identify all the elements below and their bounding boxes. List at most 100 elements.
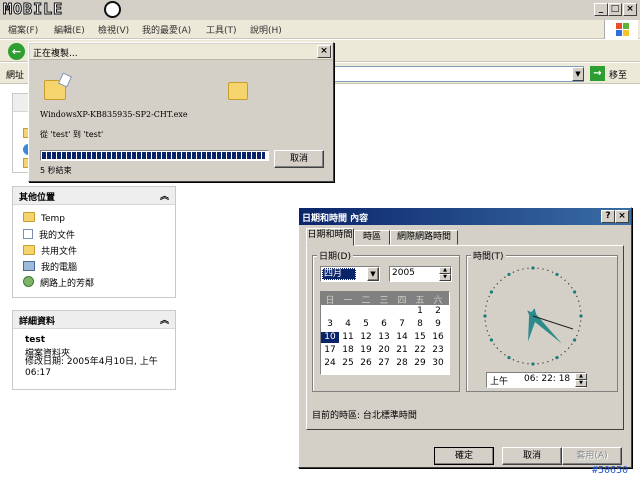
- calendar-weekday: 五: [415, 296, 425, 306]
- copy-filename: WindowsXP-KB835935-SP2-CHT.exe: [40, 110, 188, 119]
- clock-minute-mark: [564, 279, 566, 282]
- other-places-header[interactable]: 其他位置 ︽: [13, 187, 175, 205]
- calendar-day[interactable]: 29: [411, 358, 429, 369]
- details-header[interactable]: 詳細資料 ︽: [13, 311, 175, 329]
- tab-time-zone[interactable]: 時區: [354, 230, 390, 245]
- calendar-day[interactable]: 13: [375, 332, 393, 343]
- clock-minute-mark: [579, 305, 581, 307]
- calendar-weekday: 二: [361, 296, 371, 306]
- minimize-button[interactable]: _: [594, 3, 608, 16]
- calendar-day[interactable]: 9: [429, 319, 447, 330]
- address-dropdown-arrow-icon[interactable]: ▼: [572, 67, 584, 81]
- calendar-day[interactable]: 12: [357, 332, 375, 343]
- copy-time-remaining: 5 秒結束: [40, 166, 72, 175]
- clock-minute-mark: [576, 334, 578, 337]
- address-input[interactable]: [332, 66, 584, 82]
- clock-minute-mark: [560, 276, 562, 278]
- maximize-button[interactable]: □: [608, 3, 622, 16]
- tab-date-time[interactable]: 日期和時間: [306, 228, 354, 246]
- other-place-temp[interactable]: Temp: [23, 212, 65, 224]
- copy-cancel-button[interactable]: 取消: [274, 150, 324, 168]
- clock-minute-mark: [517, 269, 519, 272]
- year-up-arrow-icon[interactable]: ▲: [439, 267, 451, 274]
- calendar-day-selected[interactable]: 10: [321, 332, 339, 343]
- menu-file[interactable]: 檔案(F): [8, 23, 38, 36]
- collapse-chevron-icon[interactable]: ︽: [160, 313, 169, 326]
- clock-minute-mark: [488, 334, 490, 337]
- calendar-day[interactable]: 16: [429, 332, 447, 343]
- calendar-day[interactable]: 8: [411, 319, 429, 330]
- calendar-day[interactable]: 7: [393, 319, 411, 330]
- back-arrow-icon[interactable]: ←: [8, 43, 25, 60]
- month-dropdown-arrow-icon[interactable]: ▼: [367, 267, 379, 281]
- calendar-day[interactable]: 6: [375, 319, 393, 330]
- tab-internet-time[interactable]: 網際網路時間: [390, 230, 458, 245]
- calendar-day[interactable]: 4: [339, 319, 357, 330]
- calendar-day[interactable]: 23: [429, 345, 447, 356]
- close-button[interactable]: ×: [623, 3, 637, 16]
- clock-minute-mark: [560, 354, 562, 356]
- calendar-day[interactable]: 28: [393, 358, 411, 369]
- clock-hour-mark: [579, 314, 583, 318]
- other-place-shared-documents[interactable]: 共用文件: [23, 244, 77, 257]
- clock-minute-mark: [500, 279, 502, 282]
- current-timezone-text: 目前的時區: 台北標準時間: [312, 411, 417, 421]
- calendar-day[interactable]: 3: [321, 319, 339, 330]
- calendar-day[interactable]: 18: [339, 345, 357, 356]
- time-down-arrow-icon[interactable]: ▼: [575, 380, 587, 387]
- calendar-day[interactable]: 5: [357, 319, 375, 330]
- year-down-arrow-icon[interactable]: ▼: [439, 274, 451, 281]
- month-selected-value[interactable]: 四月: [322, 268, 356, 280]
- menu-favorites[interactable]: 我的最愛(A): [142, 23, 191, 36]
- year-value[interactable]: 2005: [392, 268, 415, 278]
- datetime-close-button[interactable]: ×: [615, 210, 629, 223]
- calendar-day[interactable]: 11: [339, 332, 357, 343]
- calendar-day[interactable]: 26: [357, 358, 375, 369]
- clock-hour-mark: [483, 314, 487, 318]
- clock-minute-mark: [486, 330, 489, 332]
- calendar-day[interactable]: 27: [375, 358, 393, 369]
- calendar-day[interactable]: 19: [357, 345, 375, 356]
- time-ampm[interactable]: 上午: [490, 374, 508, 387]
- clock-minute-mark: [517, 360, 519, 363]
- time-value[interactable]: 06: 22: 18: [524, 374, 570, 384]
- clock-minute-mark: [551, 271, 554, 273]
- clock-minute-mark: [527, 267, 529, 269]
- clock-minute-mark: [580, 320, 582, 322]
- other-place-my-documents[interactable]: 我的文件: [23, 228, 75, 241]
- calendar-day[interactable]: 2: [429, 306, 447, 317]
- go-arrow-icon[interactable]: →: [590, 66, 605, 81]
- other-place-my-computer[interactable]: 我的電腦: [23, 260, 77, 273]
- calendar-day[interactable]: 15: [411, 332, 429, 343]
- clock-minute-mark: [512, 359, 515, 361]
- time-up-arrow-icon[interactable]: ▲: [575, 373, 587, 380]
- clock-minute-mark: [537, 267, 539, 269]
- calendar-day[interactable]: 17: [321, 345, 339, 356]
- copy-dialog-close-button[interactable]: ×: [317, 45, 331, 58]
- details-modified: 修改日期: 2005年4月10日, 上午 06:17: [25, 357, 158, 378]
- menu-help[interactable]: 說明(H): [250, 23, 282, 36]
- clock-minute-mark: [537, 363, 539, 365]
- apply-button[interactable]: 套用(A): [562, 447, 622, 465]
- go-button-label[interactable]: 移至: [609, 68, 627, 81]
- help-button[interactable]: ?: [601, 210, 615, 223]
- menu-tools[interactable]: 工具(T): [206, 23, 237, 36]
- ok-button[interactable]: 確定: [434, 447, 494, 465]
- calendar-day[interactable]: 24: [321, 358, 339, 369]
- calendar-day[interactable]: 14: [393, 332, 411, 343]
- clock-minute-mark: [542, 268, 544, 270]
- clock-minute-mark: [512, 271, 515, 273]
- menu-view[interactable]: 檢視(V): [98, 23, 129, 36]
- menu-edit[interactable]: 編輯(E): [54, 23, 85, 36]
- clock-hour-mark: [531, 266, 535, 270]
- calendar-day[interactable]: 20: [375, 345, 393, 356]
- calendar-day[interactable]: 21: [393, 345, 411, 356]
- other-place-network[interactable]: 網路上的芳鄰: [23, 276, 94, 289]
- clock-minute-mark: [571, 287, 573, 289]
- calendar-day[interactable]: 30: [429, 358, 447, 369]
- collapse-chevron-icon[interactable]: ︽: [160, 189, 169, 202]
- cancel-button[interactable]: 取消: [502, 447, 562, 465]
- calendar-day[interactable]: 22: [411, 345, 429, 356]
- calendar-day[interactable]: 1: [411, 306, 429, 317]
- calendar-day[interactable]: 25: [339, 358, 357, 369]
